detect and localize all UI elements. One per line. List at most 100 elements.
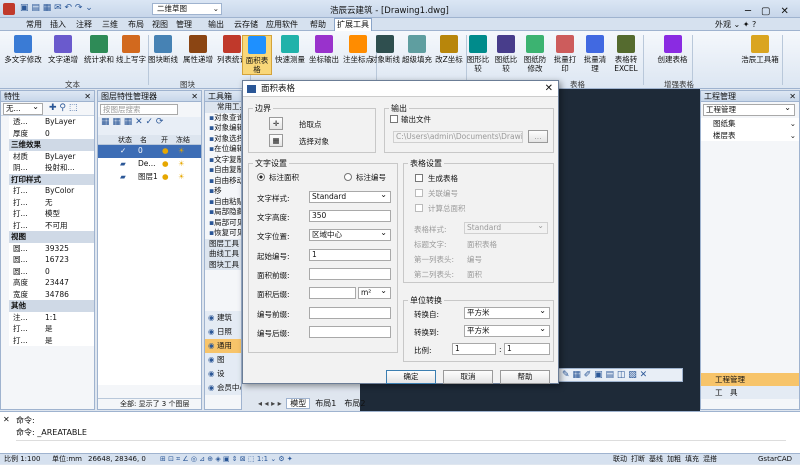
- menu-11[interactable]: 扩展工具: [334, 18, 372, 31]
- property-category[interactable]: 打印样式: [9, 173, 94, 185]
- tool-item[interactable]: ▪自由粘贴: [205, 197, 241, 208]
- text-style-select[interactable]: Standard: [309, 191, 391, 203]
- property-row[interactable]: 材质 ByLayer: [9, 151, 94, 163]
- command-line[interactable]: 命令: 命令: _AREATABLE ✕: [0, 411, 800, 453]
- tool-item[interactable]: ▪移: [205, 186, 241, 197]
- tool-item[interactable]: ▪自由移动: [205, 176, 241, 187]
- menu-0[interactable]: 常用: [24, 19, 44, 30]
- property-row[interactable]: 宽度 34786: [9, 289, 94, 301]
- tool-item[interactable]: 图层工具: [205, 238, 241, 249]
- ribbon-button-4-0[interactable]: 图形比较: [465, 35, 491, 73]
- tool-item[interactable]: ▪对象查询: [205, 113, 241, 124]
- ribbon-button-4-2[interactable]: 图纸防修改: [521, 35, 549, 73]
- status-scale[interactable]: 比例 1:100: [4, 454, 40, 465]
- area-suffix-input[interactable]: [309, 287, 356, 299]
- tool-item[interactable]: ▪自由复制: [205, 165, 241, 176]
- menu-10[interactable]: 帮助: [308, 19, 328, 30]
- property-row[interactable]: 高度 23447: [9, 277, 94, 289]
- property-category[interactable]: 三维效果: [9, 139, 94, 151]
- tool-item[interactable]: ▪局部隐藏: [205, 207, 241, 218]
- status-toggle-0[interactable]: 联动: [613, 455, 627, 463]
- status-toggles[interactable]: ⊞ ⊡ ⌗ ∠ ◎ ⊿ ⊕ ◈ ▣ ⇕ ⊠ ⬚ 1:1 ⌄ ⚙ ✦: [160, 454, 293, 465]
- toolbox-category[interactable]: ◉ 建筑: [205, 311, 241, 325]
- engineering-item-floors[interactable]: 楼层表 ⌄: [701, 129, 799, 141]
- menu-2[interactable]: 注释: [74, 19, 94, 30]
- ribbon-button-6-0[interactable]: 浩辰工具箱: [740, 35, 780, 64]
- layer-row[interactable]: ✓ 0 ● ☀: [98, 145, 201, 158]
- layer-row[interactable]: ▰ De... ● ☀: [98, 158, 201, 171]
- pick-point-button[interactable]: ✛: [269, 117, 283, 130]
- status-toggle-1[interactable]: 打断: [631, 455, 645, 463]
- cancel-button[interactable]: 取消: [443, 370, 493, 384]
- layer-freeze-icon[interactable]: ☀: [178, 145, 185, 157]
- ribbon-button-3-1[interactable]: 超级填充: [402, 35, 432, 64]
- browse-button[interactable]: ...: [528, 130, 548, 143]
- select-object-button[interactable]: ▦: [269, 134, 283, 147]
- menu-3[interactable]: 三维: [100, 19, 120, 30]
- appearance-button[interactable]: 外观 ⌄ ✦ ?: [715, 19, 756, 30]
- layout-tab-2[interactable]: 布局2: [341, 399, 368, 408]
- status-toggle-3[interactable]: 加粗: [667, 455, 681, 463]
- property-row[interactable]: 注... 1:1: [9, 312, 94, 324]
- menu-8[interactable]: 云存储: [232, 19, 260, 30]
- ribbon-button-0-0[interactable]: 多文字修改: [4, 35, 42, 64]
- tool-item[interactable]: 常用工具: [205, 102, 241, 113]
- floating-toolbar[interactable]: ✎ ▦ ✐ ▣ ▤ ◫ ▧ ✕: [558, 368, 683, 382]
- toolbox-category[interactable]: ◉ 会员中心: [205, 381, 241, 395]
- layer-freeze-icon[interactable]: ☀: [178, 158, 185, 170]
- property-row[interactable]: 打... ByColor: [9, 185, 94, 197]
- total-area-checkbox[interactable]: [415, 204, 423, 212]
- tool-item[interactable]: 图块工具: [205, 259, 241, 270]
- engineering-item-sheetset[interactable]: 图纸集 ⌄: [701, 118, 799, 130]
- tool-item[interactable]: ▪恢复可见: [205, 228, 241, 239]
- property-row[interactable]: 透... ByLayer: [9, 116, 94, 128]
- link-number-checkbox[interactable]: [415, 189, 423, 197]
- property-category[interactable]: 视图: [9, 231, 94, 243]
- start-number-input[interactable]: 1: [309, 249, 391, 261]
- ratio-b-input[interactable]: 1: [504, 343, 550, 355]
- property-row[interactable]: 打... 是: [9, 335, 94, 347]
- ribbon-button-2-2[interactable]: 坐标输出: [308, 35, 340, 64]
- tool-item[interactable]: ▪局部可见: [205, 218, 241, 229]
- toolbox-category[interactable]: ◉ 通用: [205, 339, 241, 353]
- number-suffix-input[interactable]: [309, 326, 391, 338]
- tool-item[interactable]: ▪对象选择: [205, 134, 241, 145]
- table-style-select[interactable]: Standard: [464, 222, 548, 234]
- ribbon-button-3-2[interactable]: 改Z坐标: [434, 35, 464, 64]
- text-position-select[interactable]: 区域中心: [309, 229, 391, 241]
- ribbon-button-4-4[interactable]: 批量清理: [581, 35, 609, 73]
- property-row[interactable]: 阴... 投射和...: [9, 162, 94, 174]
- layer-row[interactable]: ▰ 图层1 ● ☀: [98, 171, 201, 184]
- ribbon-button-2-0[interactable]: 面积表格: [242, 35, 272, 75]
- toolbox-category[interactable]: ◉ 设: [205, 367, 241, 381]
- engineering-tab-tools[interactable]: 工 具: [701, 386, 799, 399]
- layout-tab-0[interactable]: 模型: [286, 398, 311, 409]
- layer-freeze-icon[interactable]: ☀: [178, 171, 185, 183]
- help-button[interactable]: 帮助: [500, 370, 550, 384]
- property-category[interactable]: 其他: [9, 300, 94, 312]
- radio-number[interactable]: [344, 173, 352, 181]
- ribbon-button-0-1[interactable]: 文字递增: [44, 35, 82, 64]
- layer-on-icon[interactable]: ●: [162, 171, 169, 183]
- engineering-tab-manage[interactable]: 工程管理: [701, 373, 799, 386]
- menu-1[interactable]: 插入: [48, 19, 68, 30]
- radio-area[interactable]: [257, 173, 265, 181]
- layer-search-input[interactable]: 按图层搜索: [100, 104, 178, 115]
- ribbon-button-4-3[interactable]: 批量打印: [551, 35, 579, 73]
- command-close-icon[interactable]: ✕: [3, 415, 10, 424]
- property-row[interactable]: 打... 是: [9, 323, 94, 335]
- dialog-close-button[interactable]: ✕: [545, 81, 553, 97]
- toolbox-category[interactable]: ◉ 图: [205, 353, 241, 367]
- ribbon-button-1-0[interactable]: 图块断线: [146, 35, 180, 64]
- property-row[interactable]: 圆... 39325: [9, 243, 94, 255]
- command-input-field[interactable]: [16, 440, 786, 451]
- ribbon-button-0-3[interactable]: 线上写字: [116, 35, 146, 64]
- status-toggle-4[interactable]: 填充: [685, 455, 699, 463]
- generate-table-checkbox[interactable]: [415, 174, 423, 182]
- layer-toolbar[interactable]: ▦ ▦ ▦ ✕ ✓ ⟳: [98, 117, 201, 135]
- properties-selector[interactable]: 无...: [3, 103, 43, 115]
- ribbon-button-4-1[interactable]: 图纸比较: [493, 35, 519, 73]
- area-prefix-input[interactable]: [309, 268, 391, 280]
- ribbon-button-5-0[interactable]: 创建表格: [655, 35, 690, 64]
- text-height-input[interactable]: 350: [309, 210, 391, 222]
